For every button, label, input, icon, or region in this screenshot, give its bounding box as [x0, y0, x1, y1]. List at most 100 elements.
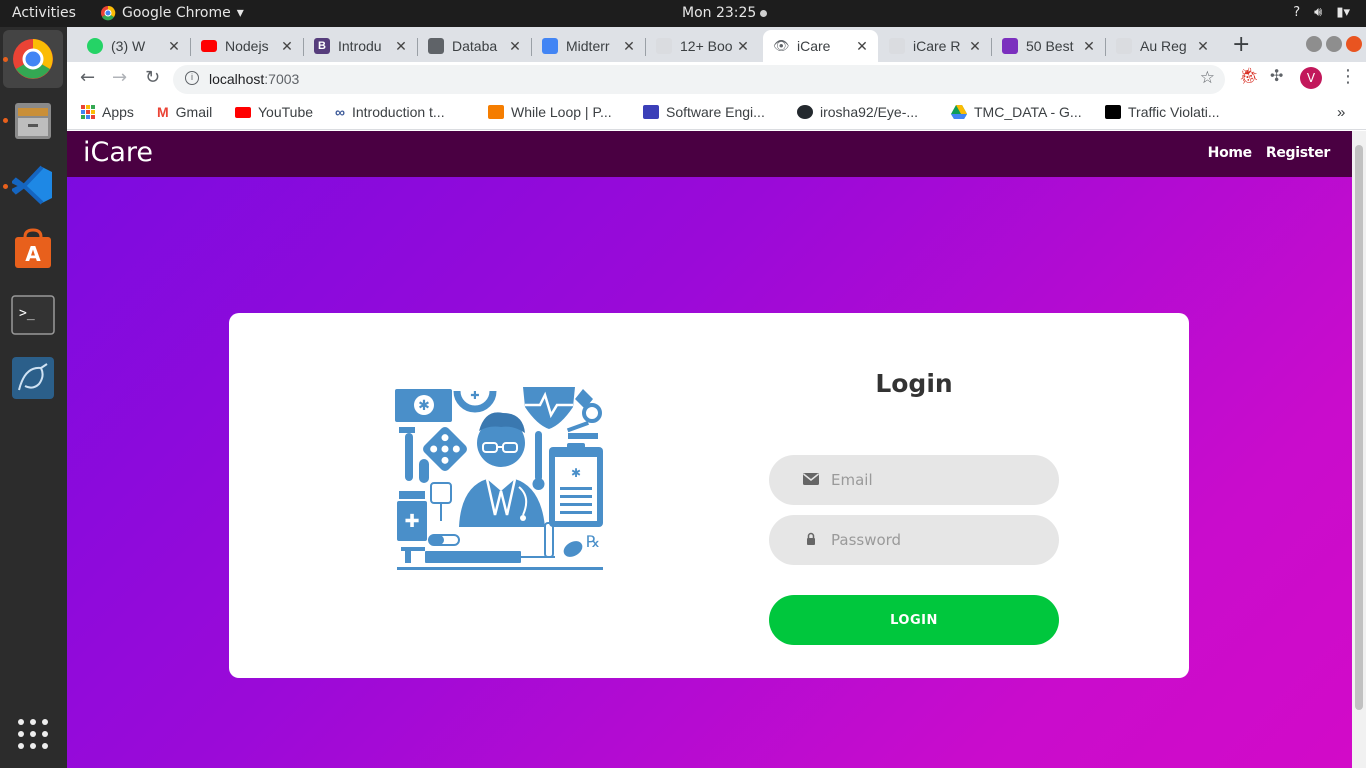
bookmark-apps[interactable]: Apps [81, 104, 134, 120]
info-icon[interactable]: i [185, 71, 199, 85]
more-bookmarks-icon[interactable]: » [1337, 104, 1345, 121]
bookmark-traffic-violation[interactable]: Traffic Violati... [1105, 104, 1220, 120]
close-icon[interactable]: ✕ [1195, 38, 1211, 55]
bug-extension-icon[interactable]: 🐞︎ [1239, 66, 1259, 85]
chevron-down-icon: ▾ [236, 5, 244, 21]
login-button[interactable]: LOGIN [769, 595, 1059, 645]
dock-terminal[interactable]: >_ [10, 292, 56, 338]
tab-midterm[interactable]: Midterr ✕ [532, 30, 645, 62]
close-icon[interactable]: ✕ [967, 38, 983, 55]
running-indicator [3, 184, 8, 189]
menu-icon[interactable]: ⋮ [1339, 66, 1357, 87]
app-name: Google Chrome [122, 5, 231, 21]
minimize-button[interactable] [1306, 36, 1322, 52]
svg-text:✱: ✱ [571, 466, 581, 480]
bookmark-star-icon[interactable]: ☆ [1200, 68, 1215, 88]
bookmark-software-engineering[interactable]: Software Engi... [643, 104, 765, 120]
dock-vscode[interactable] [10, 162, 56, 208]
browser-toolbar: ← → ↻ i localhost:7003 ☆ 🐞︎ ✣ V ⋮ [67, 62, 1366, 96]
forward-icon[interactable]: → [112, 67, 127, 88]
tab-50-best[interactable]: 50 Best ✕ [992, 30, 1105, 62]
bookmark-introduction[interactable]: ∞ Introduction t... [335, 104, 445, 120]
bookmark-label: Apps [102, 104, 134, 120]
tab-bootstrap[interactable]: B Introdu ✕ [304, 30, 417, 62]
bookmark-while-loop[interactable]: While Loop | P... [488, 104, 612, 120]
url-host: localhost [209, 71, 265, 87]
email-input[interactable] [831, 455, 1041, 505]
dock-chrome[interactable] [3, 30, 63, 88]
close-icon[interactable]: ✕ [1081, 38, 1097, 55]
show-applications[interactable] [10, 711, 56, 757]
password-field[interactable] [769, 515, 1059, 565]
volume-icon[interactable]: 🔊︎ [1314, 5, 1322, 20]
system-top-bar: Activities Google Chrome ▾ Mon 23:25 ? 🔊… [0, 0, 1366, 27]
password-input[interactable] [831, 515, 1041, 565]
close-icon[interactable]: ✕ [166, 38, 182, 55]
dock-files[interactable] [10, 98, 56, 144]
svg-text:✚: ✚ [470, 389, 479, 402]
bookmark-tmc-data[interactable]: TMC_DATA - G... [951, 104, 1082, 120]
bookmark-label: Software Engi... [666, 104, 765, 120]
bookmark-label: Introduction t... [351, 104, 445, 120]
scrollbar-thumb[interactable] [1355, 145, 1363, 710]
tab-icare-r[interactable]: iCare R ✕ [879, 30, 991, 62]
chrome-icon [101, 5, 116, 21]
site-nav-links: Home Register [1208, 145, 1331, 161]
dock-software-center[interactable]: A [10, 226, 56, 272]
tab-strip: (3) W ✕ Nodejs ✕ B Introdu ✕ Databa ✕ Midterr… [67, 27, 1366, 62]
gmail-icon: M [157, 104, 169, 120]
tab-nodejs[interactable]: Nodejs ✕ [191, 30, 303, 62]
extensions-icon[interactable]: ✣ [1270, 66, 1283, 85]
close-icon[interactable]: ✕ [854, 38, 870, 55]
url-port: :7003 [264, 71, 300, 87]
whatsapp-icon [87, 38, 103, 54]
dock-mysql-workbench[interactable] [10, 355, 56, 401]
clock[interactable]: Mon 23:25 [682, 5, 768, 21]
site-navbar: iCare Home Register [67, 131, 1352, 177]
close-icon[interactable]: ✕ [393, 38, 409, 55]
url-text: localhost:7003 [209, 71, 299, 87]
email-field[interactable] [769, 455, 1059, 505]
tab-au-reg[interactable]: Au Reg ✕ [1106, 30, 1219, 62]
app-menu[interactable]: Google Chrome ▾ [100, 5, 244, 21]
activities-button[interactable]: Activities [12, 5, 76, 21]
github-icon [797, 105, 813, 119]
back-icon[interactable]: ← [80, 67, 95, 88]
tab-whatsapp[interactable]: (3) W ✕ [77, 30, 190, 62]
new-tab-button[interactable]: + [1232, 32, 1250, 57]
web-page: iCare Home Register ✱ ✚ ✱ ✚ ℞ Login Emai… [67, 131, 1352, 768]
maximize-button[interactable] [1326, 36, 1342, 52]
close-icon[interactable]: ✕ [507, 38, 523, 55]
svg-text:✱: ✱ [418, 398, 430, 414]
close-icon[interactable]: ✕ [279, 38, 295, 55]
tab-title: Au Reg [1140, 38, 1187, 54]
page-scrollbar[interactable] [1352, 131, 1366, 768]
site-brand[interactable]: iCare [83, 137, 153, 168]
software-center-icon: A [15, 228, 51, 268]
battery-icon[interactable]: ▮▾ [1336, 5, 1350, 20]
help-icon[interactable]: ? [1293, 5, 1300, 20]
close-icon[interactable]: ✕ [621, 38, 637, 55]
tab-icare-active[interactable]: 👁︎ iCare ✕ [763, 30, 878, 62]
vscode-icon [12, 165, 52, 205]
bookmark-label: While Loop | P... [511, 104, 612, 120]
colorlib-icon [1002, 38, 1018, 54]
bookmark-youtube[interactable]: YouTube [235, 104, 313, 120]
nav-register-link[interactable]: Register [1266, 145, 1330, 161]
reload-icon[interactable]: ↻ [145, 67, 160, 88]
profile-avatar[interactable]: V [1300, 67, 1322, 89]
close-icon[interactable]: ✕ [735, 38, 751, 55]
bookmark-github[interactable]: irosha92/Eye-... [797, 104, 918, 120]
address-bar[interactable]: i localhost:7003 ☆ [173, 65, 1225, 94]
lock-icon [807, 532, 815, 545]
tab-database[interactable]: Databa ✕ [418, 30, 531, 62]
tab-boo[interactable]: 12+ Boo ✕ [646, 30, 759, 62]
bookmark-gmail[interactable]: M Gmail [157, 104, 212, 120]
system-tray[interactable]: ? 🔊︎ ▮▾ [1293, 5, 1350, 20]
nav-home-link[interactable]: Home [1208, 145, 1253, 161]
page-icon [643, 105, 659, 119]
page-icon [1116, 38, 1132, 54]
contact-icon [428, 38, 444, 54]
docs-icon [542, 38, 558, 54]
close-window-button[interactable] [1346, 36, 1362, 52]
